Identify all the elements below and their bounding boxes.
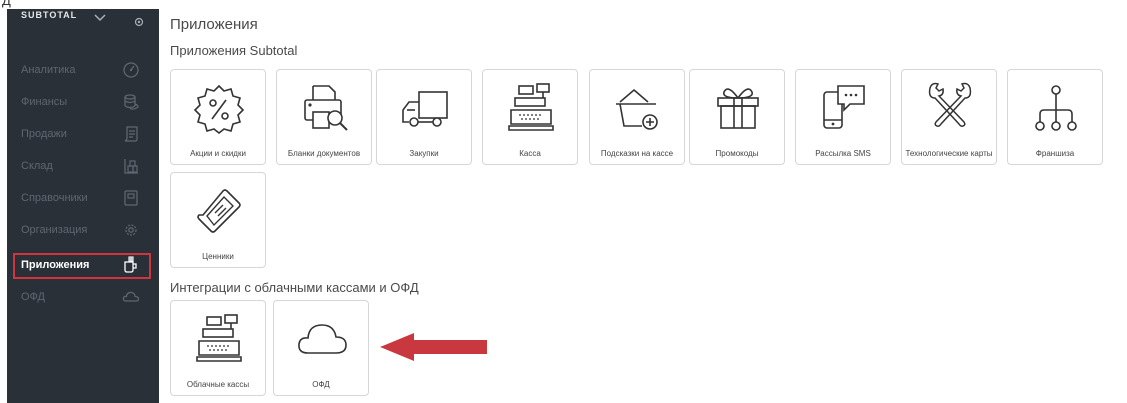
app-tile-promo-codes[interactable]: Промокоды [689, 69, 785, 165]
section-title-integrations: Интеграции с облачными кассами и ОФД [170, 280, 419, 295]
sidebar: SUBTOTAL Аналитика Финансы Продажи Склад [7, 9, 159, 403]
cropped-text: Д [2, 0, 11, 8]
cropped-header: Д [0, 0, 1127, 9]
sidebar-item-organization[interactable]: Организация [7, 215, 159, 247]
app-tile-label: Акции и скидки [190, 149, 246, 158]
book-icon [124, 190, 138, 206]
app-tile-label: Закупки [409, 149, 439, 158]
brand-logo: SUBTOTAL [21, 10, 78, 20]
chevron-down-icon[interactable] [94, 14, 106, 22]
price-tag-icon [197, 189, 241, 233]
cash-register-icon [508, 83, 554, 131]
sidebar-item-label: Финансы [21, 96, 68, 108]
app-tile-label: Технологические карты [905, 149, 993, 158]
sidebar-item-ofd[interactable]: ОФД [7, 282, 159, 314]
app-tile-label: Подсказки на кассе [600, 149, 674, 158]
app-tile-franchise[interactable]: Франшиза [1007, 69, 1103, 165]
sidebar-item-analytics[interactable]: Аналитика [7, 55, 159, 87]
app-tile-document-forms[interactable]: Бланки документов [276, 69, 372, 165]
boxes-icon [124, 159, 138, 174]
printer-search-icon [304, 85, 348, 131]
page-title: Приложения [170, 16, 258, 33]
gift-icon [717, 88, 759, 129]
section-title-subtotal: Приложения Subtotal [170, 43, 298, 58]
app-tile-label: Касса [519, 149, 541, 158]
sidebar-item-warehouse[interactable]: Склад [7, 151, 159, 183]
app-tile-sms[interactable]: Рассылка SMS [795, 69, 891, 165]
red-arrow-pointer [380, 333, 487, 361]
receipt-icon [124, 126, 138, 142]
app-tile-purchases[interactable]: Закупки [376, 69, 472, 165]
gauge-icon [123, 62, 139, 78]
phone-message-icon [823, 85, 865, 129]
tools-icon [928, 82, 972, 127]
app-tile-tech-cards[interactable]: Технологические карты [901, 69, 997, 165]
sidebar-item-label: ОФД [21, 291, 46, 303]
sidebar-item-label: Аналитика [21, 64, 76, 76]
app-tile-price-tags[interactable]: Ценники [170, 172, 266, 268]
sidebar-item-label: Продажи [21, 128, 67, 140]
active-item-highlight [13, 253, 151, 279]
sidebar-item-directories[interactable]: Справочники [7, 183, 159, 215]
sidebar-item-label: Справочники [21, 192, 88, 204]
app-tile-discounts[interactable]: Акции и скидки [170, 69, 266, 165]
discount-badge-icon [193, 84, 245, 134]
integration-tile-label: ОФД [312, 380, 330, 389]
sidebar-item-label: Организация [21, 224, 88, 236]
app-tile-label: Франшиза [1035, 149, 1075, 158]
coins-icon [124, 94, 139, 110]
sidebar-item-sales[interactable]: Продажи [7, 119, 159, 151]
basket-plus-icon [616, 88, 658, 130]
integration-tile-cloud-registers[interactable]: Облачные кассы [170, 300, 266, 396]
app-tile-label: Ценники [202, 252, 234, 261]
app-tile-label: Промокоды [715, 149, 759, 158]
sidebar-item-label: Склад [21, 160, 53, 172]
gear-icon [125, 224, 137, 236]
integration-tile-label: Облачные кассы [186, 380, 250, 389]
cash-register-icon [196, 314, 242, 362]
app-tile-checkout-hints[interactable]: Подсказки на кассе [589, 69, 685, 165]
integration-tile-ofd[interactable]: ОФД [273, 300, 369, 396]
app-tile-label: Рассылка SMS [815, 149, 871, 158]
cloud-icon [298, 324, 347, 354]
settings-dot-icon[interactable] [134, 17, 144, 27]
app-tile-cash-register[interactable]: Касса [482, 69, 578, 165]
hierarchy-icon [1035, 85, 1077, 131]
sidebar-item-finance[interactable]: Финансы [7, 87, 159, 119]
app-tile-label: Бланки документов [287, 149, 361, 158]
truck-icon [402, 91, 448, 127]
cloud-icon [122, 291, 140, 302]
